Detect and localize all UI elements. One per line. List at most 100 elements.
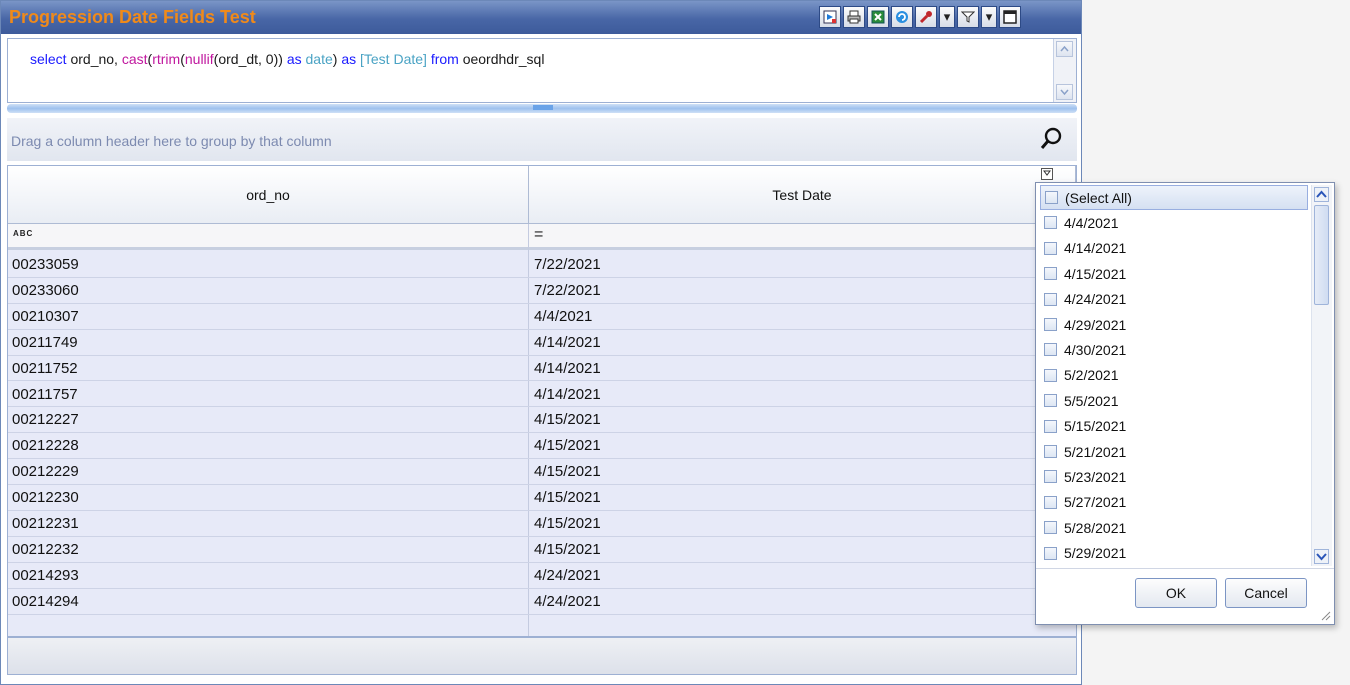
- sql-query-text[interactable]: select ord_no, cast(rtrim(nullif(ord_dt,…: [30, 51, 544, 67]
- cell-ord-no[interactable]: 00214294: [12, 589, 79, 614]
- filter-value-item[interactable]: 5/29/2021: [1040, 541, 1308, 566]
- filter-value-item[interactable]: 4/29/2021: [1040, 312, 1308, 337]
- run-report-button[interactable]: [819, 6, 841, 28]
- checkbox[interactable]: [1044, 419, 1057, 433]
- scroll-up-button[interactable]: [1056, 41, 1073, 57]
- filter-list-scrollbar[interactable]: [1311, 185, 1332, 566]
- checkbox[interactable]: [1044, 521, 1057, 535]
- table-row[interactable]: 00212228 4/15/2021: [8, 433, 1076, 460]
- table-row[interactable]: 00212231 4/15/2021: [8, 511, 1076, 537]
- cell-ord-no[interactable]: 00210307: [12, 304, 79, 329]
- filter-value-item[interactable]: 4/15/2021: [1040, 261, 1308, 286]
- checkbox[interactable]: [1044, 495, 1057, 509]
- filter-value-item[interactable]: 5/5/2021: [1040, 388, 1308, 413]
- filter-value-item[interactable]: 5/15/2021: [1040, 414, 1308, 439]
- cell-ord-no[interactable]: 00211749: [12, 330, 78, 355]
- cell-test-date[interactable]: 4/24/2021: [534, 563, 601, 588]
- chevron-up-icon[interactable]: [1314, 187, 1329, 202]
- filter-value-item[interactable]: 5/21/2021: [1040, 439, 1308, 464]
- checkbox[interactable]: [1044, 445, 1057, 458]
- cell-test-date[interactable]: 4/14/2021: [534, 356, 601, 381]
- select-all-item[interactable]: (Select All): [1040, 185, 1308, 210]
- filter-value-item[interactable]: 5/28/2021: [1040, 515, 1308, 540]
- filter-value-item[interactable]: 4/30/2021: [1040, 337, 1308, 362]
- column-filter-icon[interactable]: [1041, 168, 1053, 180]
- chevron-down-icon[interactable]: [1314, 549, 1329, 564]
- table-row[interactable]: 00212230 4/15/2021: [8, 485, 1076, 511]
- checkbox[interactable]: [1044, 368, 1057, 382]
- splitter-grip[interactable]: [533, 105, 553, 110]
- refresh-button[interactable]: [891, 6, 913, 28]
- column-header-ord-no[interactable]: ord_no: [8, 166, 529, 224]
- cell-test-date[interactable]: 4/14/2021: [534, 382, 601, 407]
- cell-test-date[interactable]: 4/15/2021: [534, 459, 601, 484]
- table-row[interactable]: 00214293 4/24/2021: [8, 563, 1076, 589]
- table-row[interactable]: 00211752 4/14/2021: [8, 356, 1076, 382]
- table-row[interactable]: 00211749 4/14/2021: [8, 330, 1076, 356]
- cell-ord-no[interactable]: 00233059: [12, 252, 79, 277]
- cancel-button[interactable]: Cancel: [1225, 578, 1307, 608]
- filter-value-list[interactable]: (Select All) 4/4/2021 4/14/2021 4/15/2021 4/…: [1036, 183, 1311, 566]
- settings-dropdown-button[interactable]: ▾: [939, 6, 955, 28]
- cell-ord-no[interactable]: 00211752: [12, 356, 78, 381]
- checkbox[interactable]: [1044, 546, 1057, 560]
- filter-value-item[interactable]: 4/14/2021: [1040, 236, 1308, 261]
- cell-test-date[interactable]: 4/4/2021: [534, 304, 592, 329]
- table-row[interactable]: 00211757 4/14/2021: [8, 382, 1076, 408]
- filter-value-item[interactable]: 4/24/2021: [1040, 287, 1308, 312]
- settings-button[interactable]: [915, 6, 937, 28]
- table-row[interactable]: 00212227 4/15/2021: [8, 407, 1076, 434]
- scrollbar-thumb[interactable]: [1314, 205, 1329, 305]
- table-row[interactable]: 00233060 7/22/2021: [8, 278, 1076, 304]
- column-header-test-date[interactable]: Test Date: [529, 166, 1076, 224]
- group-by-panel[interactable]: Drag a column header here to group by th…: [7, 118, 1077, 161]
- table-row[interactable]: 00210307 4/4/2021: [8, 304, 1076, 330]
- checkbox[interactable]: [1045, 191, 1058, 204]
- checkbox[interactable]: [1044, 267, 1057, 281]
- text-filter-icon[interactable]: ABC: [13, 229, 33, 238]
- cell-ord-no[interactable]: 00211757: [12, 382, 78, 407]
- cell-test-date[interactable]: 4/15/2021: [534, 433, 601, 458]
- filter-value-item[interactable]: 5/2/2021: [1040, 363, 1308, 388]
- cell-test-date[interactable]: 4/24/2021: [534, 589, 601, 614]
- cell-test-date[interactable]: 7/22/2021: [534, 252, 601, 277]
- auto-filter-row[interactable]: ABC =: [8, 224, 1076, 250]
- cell-ord-no[interactable]: 00212227: [12, 407, 79, 432]
- cell-ord-no[interactable]: 00212229: [12, 459, 79, 484]
- cell-test-date[interactable]: 4/15/2021: [534, 407, 601, 432]
- sql-editor[interactable]: select ord_no, cast(rtrim(nullif(ord_dt,…: [7, 38, 1077, 103]
- table-row[interactable]: 00233059 7/22/2021: [8, 252, 1076, 278]
- maximize-button[interactable]: [999, 6, 1021, 28]
- checkbox[interactable]: [1044, 318, 1057, 331]
- cell-test-date[interactable]: 7/22/2021: [534, 278, 601, 303]
- cell-test-date[interactable]: 4/15/2021: [534, 537, 601, 562]
- resize-grip-icon[interactable]: [1319, 609, 1331, 621]
- checkbox[interactable]: [1044, 394, 1057, 408]
- cell-ord-no[interactable]: 00212232: [12, 537, 79, 562]
- cell-test-date[interactable]: 4/15/2021: [534, 511, 601, 536]
- cell-ord-no[interactable]: 00212230: [12, 485, 79, 510]
- checkbox[interactable]: [1044, 216, 1057, 230]
- table-row[interactable]: 00212229 4/15/2021: [8, 459, 1076, 486]
- cell-ord-no[interactable]: 00212231: [12, 511, 79, 536]
- filter-dropdown-button[interactable]: ▾: [981, 6, 997, 28]
- sql-editor-scrollbar[interactable]: [1053, 39, 1076, 102]
- filter-value-item[interactable]: 4/4/2021: [1040, 210, 1308, 235]
- cell-test-date[interactable]: 4/15/2021: [534, 485, 601, 510]
- cell-ord-no[interactable]: 00212228: [12, 433, 79, 458]
- ok-button[interactable]: OK: [1135, 578, 1217, 608]
- print-button[interactable]: [843, 6, 865, 28]
- checkbox[interactable]: [1044, 292, 1057, 306]
- equals-filter-icon[interactable]: =: [534, 226, 543, 244]
- table-row[interactable]: 00214294 4/24/2021: [8, 589, 1076, 615]
- checkbox[interactable]: [1044, 241, 1057, 255]
- scroll-down-button[interactable]: [1056, 84, 1073, 100]
- filter-value-item[interactable]: 5/23/2021: [1040, 464, 1308, 489]
- export-excel-button[interactable]: [867, 6, 889, 28]
- cell-ord-no[interactable]: 00233060: [12, 278, 79, 303]
- table-row[interactable]: 00212232 4/15/2021: [8, 537, 1076, 563]
- editor-splitter[interactable]: [7, 104, 1077, 113]
- checkbox[interactable]: [1044, 470, 1057, 484]
- search-icon[interactable]: [1039, 126, 1063, 152]
- checkbox[interactable]: [1044, 343, 1057, 357]
